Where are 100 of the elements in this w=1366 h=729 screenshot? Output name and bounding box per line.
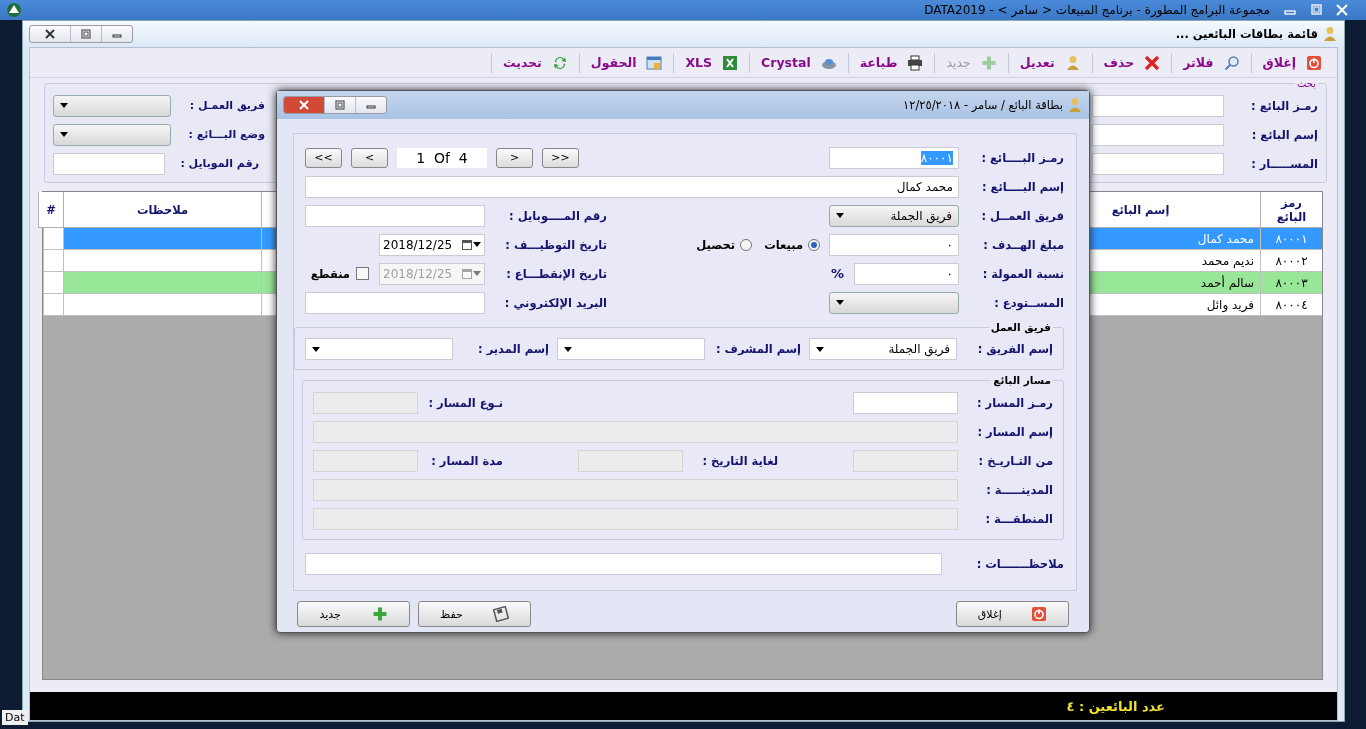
printer-icon: [907, 54, 924, 71]
status-bar: عدد البائعين : ٤: [30, 692, 1337, 720]
save-button[interactable]: حفظ: [418, 601, 531, 627]
field-label: إسم البائع :: [1250, 127, 1318, 142]
date-field[interactable]: 2018/12/25: [379, 233, 485, 256]
new-button[interactable]: جديد: [297, 601, 410, 627]
close-button[interactable]: إغلاق: [956, 601, 1069, 627]
cross-icon: [1144, 54, 1161, 71]
previous-button[interactable]: <: [351, 147, 388, 168]
text-field[interactable]: ٠: [854, 262, 959, 285]
field-label: فريق العمـل :: [188, 99, 265, 112]
dropdown[interactable]: [53, 123, 171, 146]
radio-button[interactable]: مبيعات: [764, 237, 820, 252]
text-field[interactable]: [1092, 152, 1224, 175]
first-button[interactable]: <<: [305, 147, 342, 168]
field-label: مدة المسار :: [430, 453, 503, 468]
emblem-icon: [6, 2, 22, 18]
taskbar-label[interactable]: Dat: [2, 710, 28, 725]
dropdown[interactable]: فريق الجملة: [809, 338, 957, 360]
table-cell: ٨٠٠٠١: [1260, 228, 1322, 250]
dropdown[interactable]: فريق الجملة: [829, 204, 959, 227]
text-field[interactable]: [305, 553, 942, 575]
person-icon: [1322, 26, 1338, 42]
close-icon: [298, 100, 310, 110]
dropdown[interactable]: [305, 338, 453, 360]
table-cell: [43, 228, 63, 250]
calendar-icon: [462, 268, 472, 279]
search-icon: [1223, 54, 1240, 71]
toolbar-button[interactable]: إغلاق: [1250, 52, 1333, 73]
caret-icon: [60, 132, 68, 137]
maximize-icon: [80, 29, 92, 39]
dialog-title: بطاقة البائع / سامر - ١٢/٢٥/٢٠١٨: [903, 98, 1063, 112]
group-title: بحث: [1295, 78, 1317, 89]
field-label: المنطقـــة :: [984, 511, 1053, 526]
last-button[interactable]: >>: [542, 147, 579, 168]
field-label: البريد الإلكتروني :: [503, 295, 607, 310]
app-title: مجموعة البرامج المطورة - برنامج المبيعات < سامر > - DATA2019: [924, 3, 1271, 17]
group-title: مسار البائع: [992, 374, 1052, 386]
window-title: قائمة بطاقات البائعين ...: [1175, 27, 1318, 41]
field-label: إسم الفريق :: [976, 342, 1053, 356]
field-label: المســـــار :: [1250, 156, 1318, 171]
toolbar-button[interactable]: تعديل: [1007, 52, 1092, 73]
power-icon: [1031, 606, 1048, 622]
text-field[interactable]: [1092, 94, 1224, 117]
caret-icon: [473, 242, 481, 247]
person-icon: [1064, 54, 1081, 71]
calendar-icon: [462, 239, 472, 250]
caret-icon: [836, 300, 844, 305]
toolbar-button[interactable]: تحديث: [490, 52, 579, 73]
field-label: إسم المدير :: [477, 342, 549, 356]
record-counter: 1 Of 4: [397, 147, 487, 168]
group-title: فريق العمل: [989, 321, 1052, 333]
dropdown[interactable]: [53, 94, 171, 117]
field-label: ملاحظـــــــات :: [975, 557, 1064, 571]
checkbox[interactable]: منقطع: [310, 266, 369, 281]
refresh-icon: [551, 54, 568, 71]
text-field[interactable]: [305, 291, 485, 314]
caret-icon: [836, 213, 844, 218]
toolbar-button[interactable]: Crystal: [749, 52, 848, 73]
person-icon: [1067, 97, 1083, 113]
toolbar-button[interactable]: الحقول: [578, 52, 674, 73]
caret-icon: [60, 103, 68, 108]
text-field[interactable]: [853, 391, 958, 414]
plus-icon: [371, 606, 388, 622]
toolbar-button[interactable]: فلاتر: [1171, 52, 1251, 73]
caret-icon: [564, 346, 572, 352]
column-header[interactable]: #: [38, 192, 63, 228]
toolbar-button[interactable]: حذف: [1091, 52, 1172, 73]
text-field[interactable]: [53, 152, 165, 175]
window-controls[interactable]: [29, 25, 133, 43]
next-button[interactable]: >: [496, 147, 533, 168]
field-label: رقم المــــوبايل :: [508, 208, 607, 223]
text-field[interactable]: محمد كمال: [305, 175, 959, 198]
field-label: نـوع المسار :: [427, 395, 503, 410]
maximize-icon: [334, 100, 346, 110]
spreadsheet-icon: [722, 54, 739, 71]
dropdown[interactable]: [829, 291, 959, 314]
field-label: تاريخ الإنقطـــاع :: [505, 266, 607, 281]
toolbar-button[interactable]: XLS: [673, 52, 750, 73]
column-header[interactable]: ملاحظات: [63, 192, 261, 228]
field-label: من التـاريـخ :: [977, 453, 1053, 468]
toolbar-button[interactable]: طباعة: [847, 52, 935, 73]
field-label: إسم المسار :: [976, 424, 1053, 439]
caret-icon: [312, 346, 320, 352]
window-icon: [646, 54, 663, 71]
floppy-icon: [492, 606, 509, 622]
close-icon: [44, 29, 56, 39]
column-header[interactable]: رمز البائع: [1260, 192, 1322, 228]
text-field[interactable]: ٠: [829, 233, 959, 256]
field-label: إسم البــــائع :: [980, 179, 1064, 194]
field-label: رمـز المسار :: [975, 395, 1053, 410]
window-controls[interactable]: [283, 96, 387, 114]
dropdown[interactable]: [557, 338, 705, 360]
text-field[interactable]: [1092, 123, 1224, 146]
percent-label: %: [830, 266, 844, 281]
field-label: وضع البـــائع :: [187, 128, 265, 141]
plus-icon: [980, 54, 997, 71]
text-field[interactable]: [305, 204, 485, 227]
field-label: رمـز البائع :: [1250, 98, 1318, 113]
radio-button[interactable]: تحصيل: [696, 237, 753, 252]
